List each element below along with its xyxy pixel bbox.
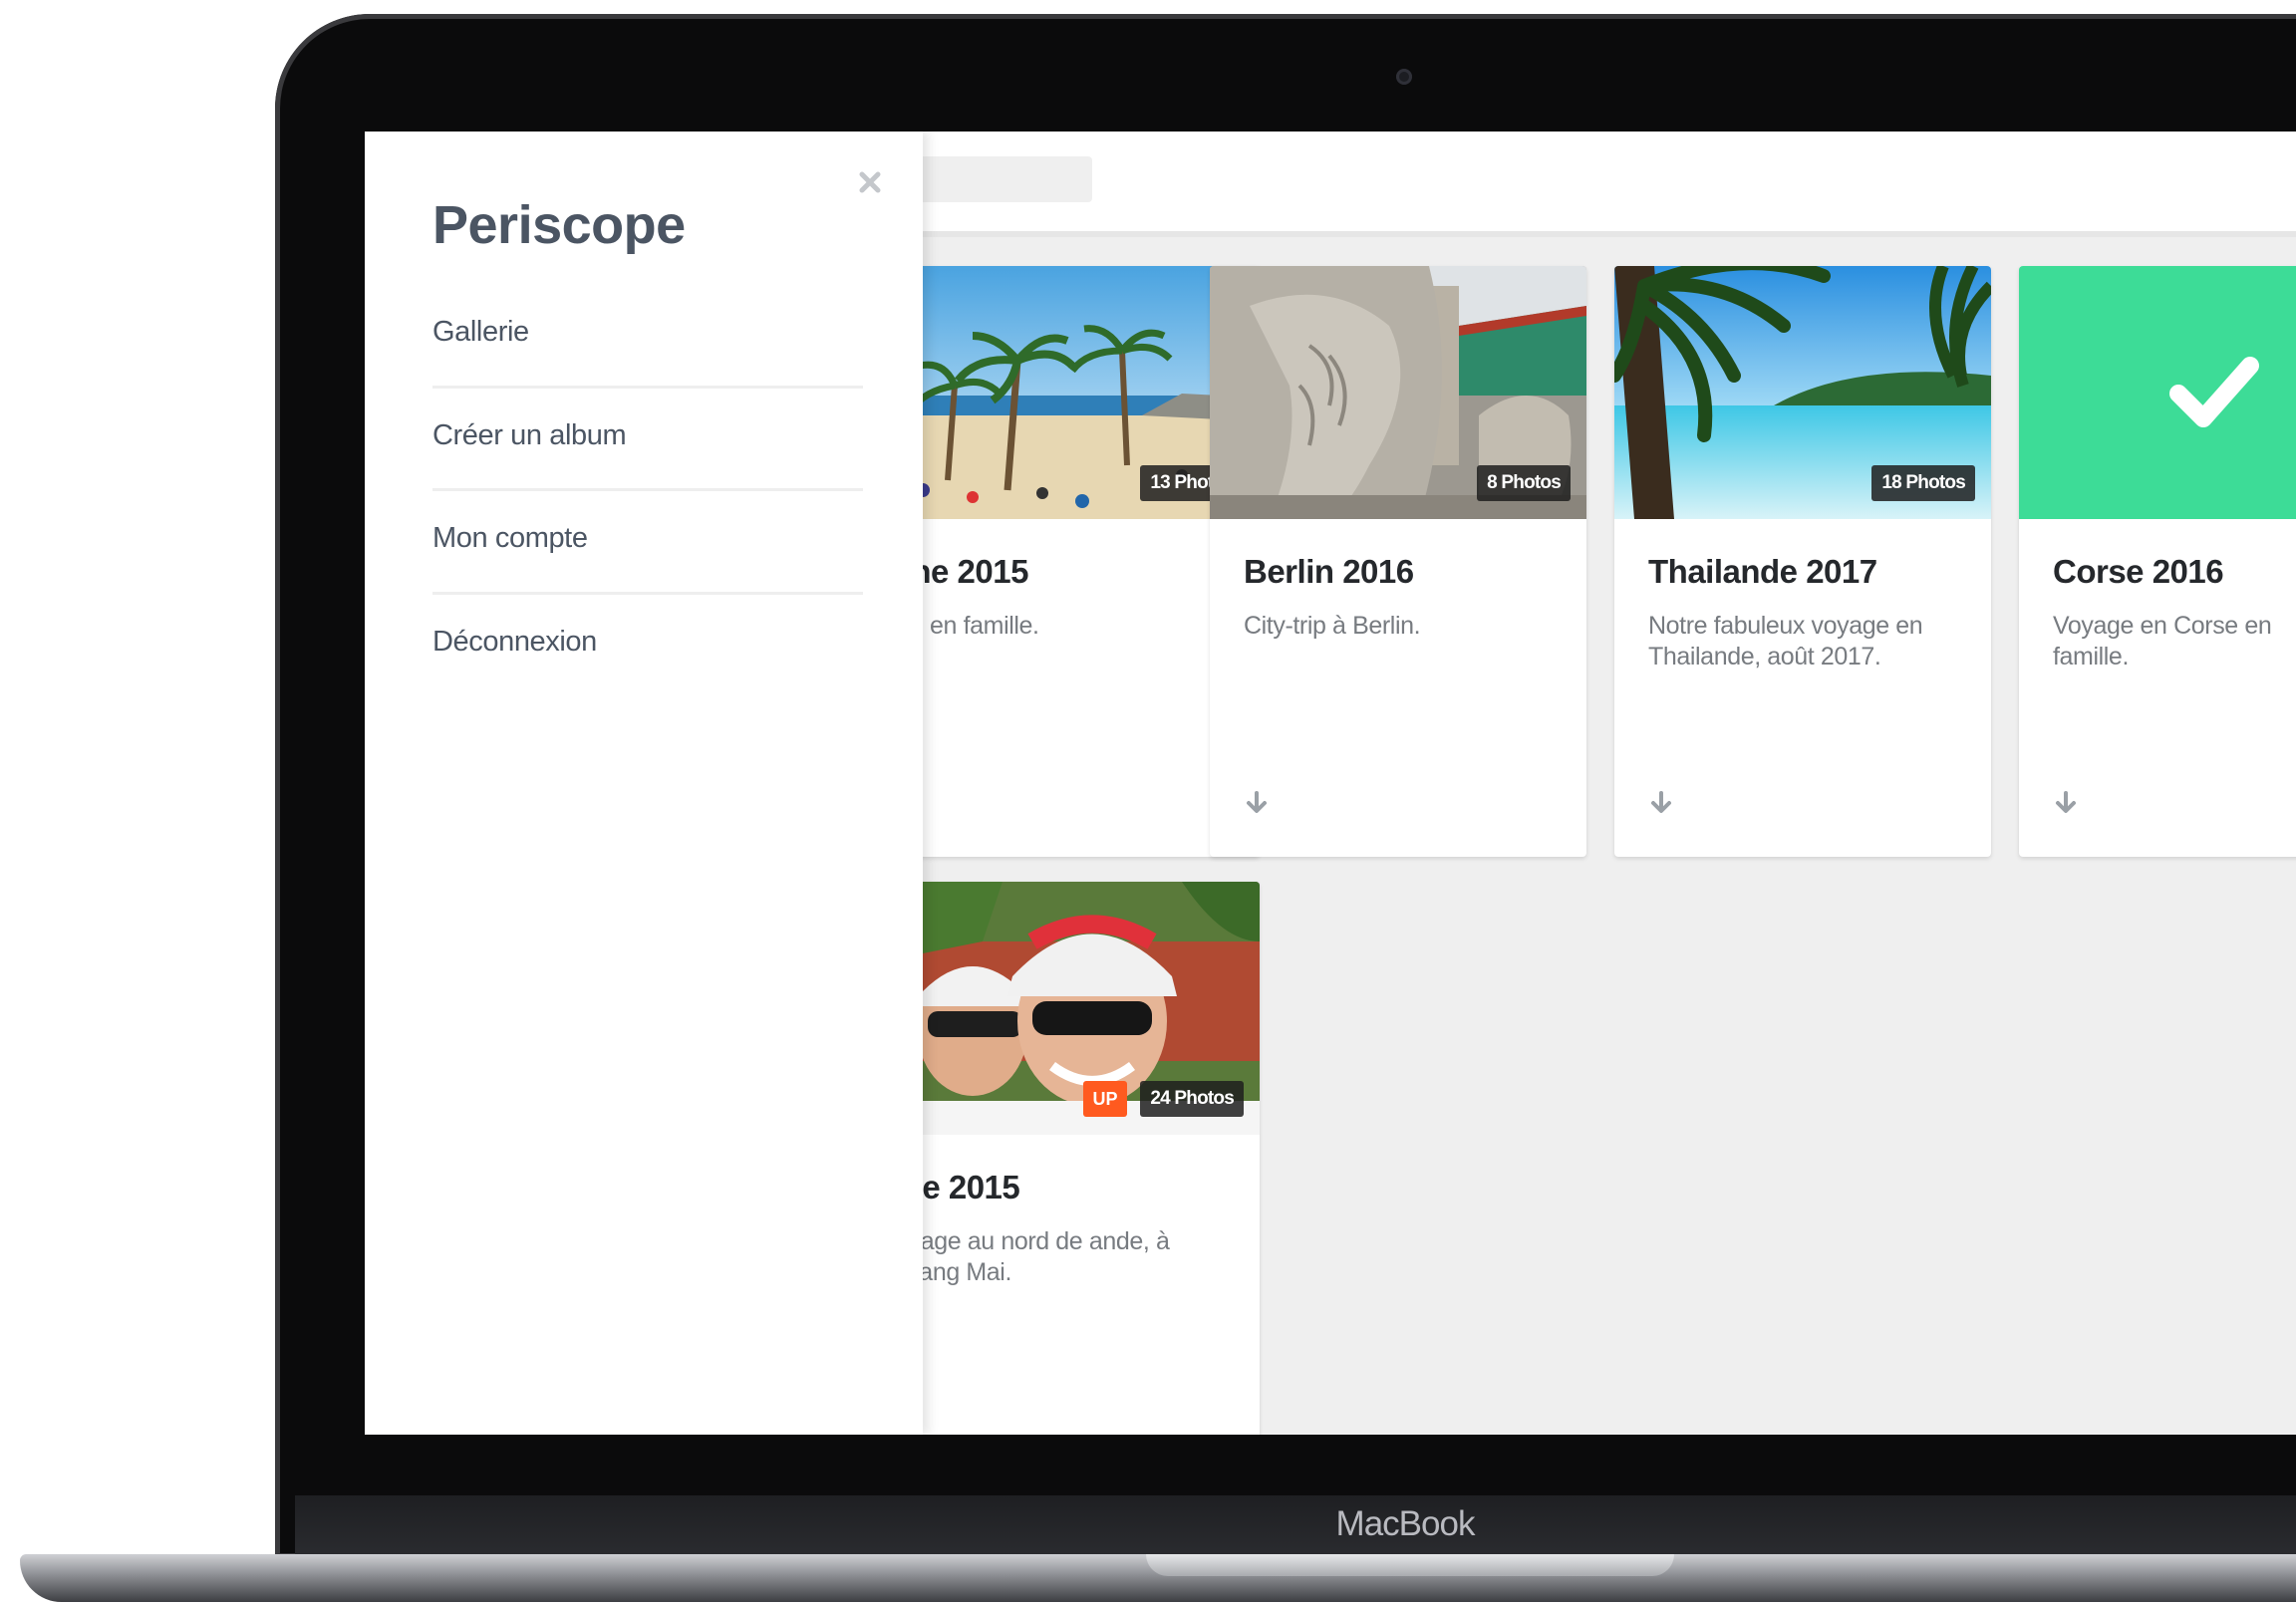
- sidebar-item-label: Mon compte: [432, 522, 588, 554]
- divider: [432, 386, 863, 389]
- selected-overlay: [2019, 266, 2296, 519]
- sidebar-item-label: Déconnexion: [432, 626, 597, 658]
- checkmark-icon: [2169, 357, 2259, 427]
- album-description: one en famille.: [883, 612, 1039, 640]
- device-label: MacBook: [1335, 1504, 1476, 1543]
- laptop-chin: [295, 1495, 2296, 1555]
- album-description: Voyage en Corse en famille.: [2053, 612, 2272, 670]
- album-card[interactable]: 18 Photos Thailande 2017 Notre fabuleux …: [1614, 266, 1991, 857]
- album-title: Thailande 2017: [1648, 553, 1877, 590]
- album-title: Berlin 2016: [1244, 553, 1414, 590]
- laptop-hinge: [1146, 1554, 1674, 1576]
- album-card[interactable]: 13 Photos lone 2015 one en famille.: [883, 266, 1260, 857]
- album-title: Corse 2016: [2053, 553, 2224, 590]
- up-badge: UP: [1083, 1081, 1127, 1117]
- photo-count-badge: 18 Photos: [1871, 465, 1975, 501]
- album-description: voyage au nord de ande, à Chiang Mai.: [883, 1227, 1170, 1286]
- sidebar-item-deconnexion[interactable]: Déconnexion: [432, 626, 863, 728]
- photo-count-badge: 24 Photos: [1140, 1081, 1244, 1117]
- app-title: Periscope: [432, 195, 686, 255]
- sidebar-item-label: Gallerie: [432, 316, 529, 348]
- sidebar-item-mon-compte[interactable]: Mon compte: [432, 522, 863, 625]
- download-icon[interactable]: [2053, 790, 2079, 816]
- download-icon[interactable]: [1648, 790, 1674, 816]
- sidebar-item-gallerie[interactable]: Gallerie: [432, 316, 863, 418]
- sidebar: Periscope Gallerie Créer un album Mon co…: [365, 132, 923, 1435]
- app-screen: 13 Photos lone 2015 one en famille. 8 Ph…: [365, 132, 2296, 1435]
- album-description: City-trip à Berlin.: [1244, 612, 1421, 640]
- search-input[interactable]: [908, 156, 1092, 202]
- sidebar-item-creer-album[interactable]: Créer un album: [432, 419, 863, 522]
- photo-count-badge: 8 Photos: [1477, 465, 1571, 501]
- album-card-selected[interactable]: Corse 2016 Voyage en Corse en famille.: [2019, 266, 2296, 857]
- album-card[interactable]: UP 24 Photos nde 2015 voyage au nord de …: [883, 882, 1260, 1435]
- album-card[interactable]: 8 Photos Berlin 2016 City-trip à Berlin.: [1210, 266, 1586, 857]
- album-description: Notre fabuleux voyage en Thailande, août…: [1648, 612, 1923, 670]
- download-icon[interactable]: [1244, 790, 1270, 816]
- sidebar-item-label: Créer un album: [432, 419, 627, 451]
- divider: [432, 488, 863, 491]
- camera-icon: [1396, 69, 1412, 85]
- divider: [432, 592, 863, 595]
- close-icon[interactable]: [857, 169, 883, 195]
